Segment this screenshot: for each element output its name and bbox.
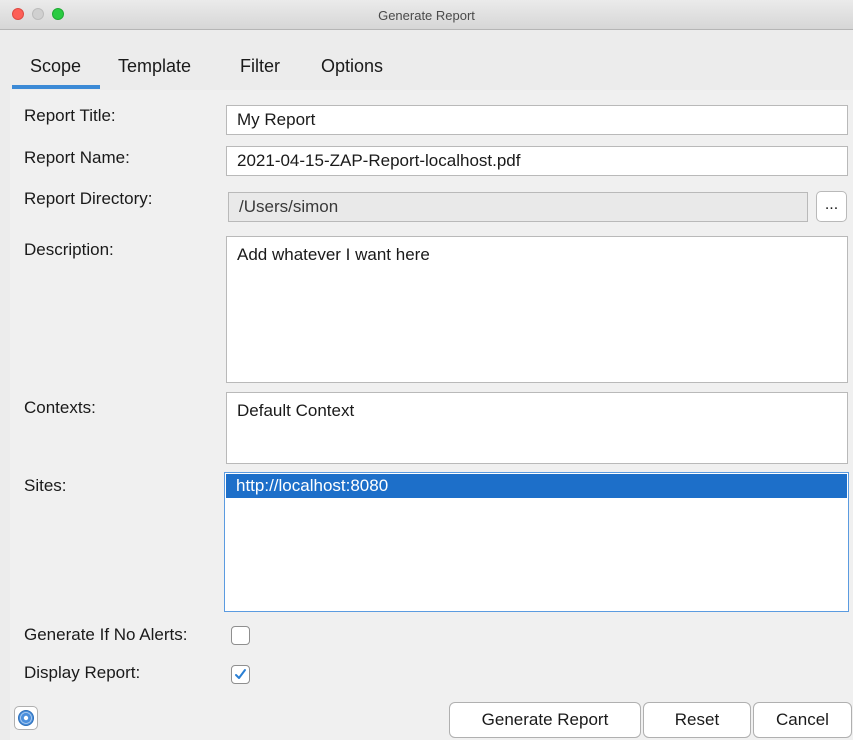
report-directory-label: Report Directory: — [24, 189, 153, 208]
generate-if-no-alerts-label: Generate If No Alerts: — [24, 625, 188, 644]
description-textarea[interactable]: Add whatever I want here — [226, 236, 848, 383]
tab-template[interactable]: Template — [118, 56, 191, 77]
description-label: Description: — [24, 240, 114, 259]
tab-filter[interactable]: Filter — [240, 56, 280, 77]
report-name-input[interactable] — [226, 146, 848, 176]
sites-list[interactable]: http://localhost:8080 — [224, 472, 849, 612]
active-tab-indicator — [12, 85, 100, 89]
tab-scope[interactable]: Scope — [30, 56, 81, 77]
report-directory-input — [228, 192, 808, 222]
reset-button[interactable]: Reset — [643, 702, 751, 738]
report-name-label: Report Name: — [24, 148, 130, 167]
sites-label: Sites: — [24, 476, 67, 495]
contexts-label: Contexts: — [24, 398, 96, 417]
contexts-list[interactable]: Default Context — [226, 392, 848, 464]
generate-if-no-alerts-checkbox[interactable] — [231, 626, 250, 645]
cancel-button[interactable]: Cancel — [753, 702, 852, 738]
generate-report-button[interactable]: Generate Report — [449, 702, 641, 738]
report-title-input[interactable] — [226, 105, 848, 135]
display-report-checkbox[interactable] — [231, 665, 250, 684]
site-list-item-selected[interactable]: http://localhost:8080 — [226, 474, 847, 498]
report-title-label: Report Title: — [24, 106, 116, 125]
window-title: Generate Report — [378, 8, 475, 23]
tab-options[interactable]: Options — [321, 56, 383, 77]
tab-bar: Scope Template Filter Options — [0, 30, 853, 90]
browse-directory-button[interactable]: ... — [816, 191, 847, 222]
display-report-label: Display Report: — [24, 663, 141, 682]
help-button[interactable] — [14, 706, 38, 730]
window-titlebar: Generate Report — [0, 0, 853, 30]
checkmark-icon — [235, 669, 246, 679]
help-icon — [18, 710, 34, 726]
context-list-item[interactable]: Default Context — [237, 401, 837, 421]
